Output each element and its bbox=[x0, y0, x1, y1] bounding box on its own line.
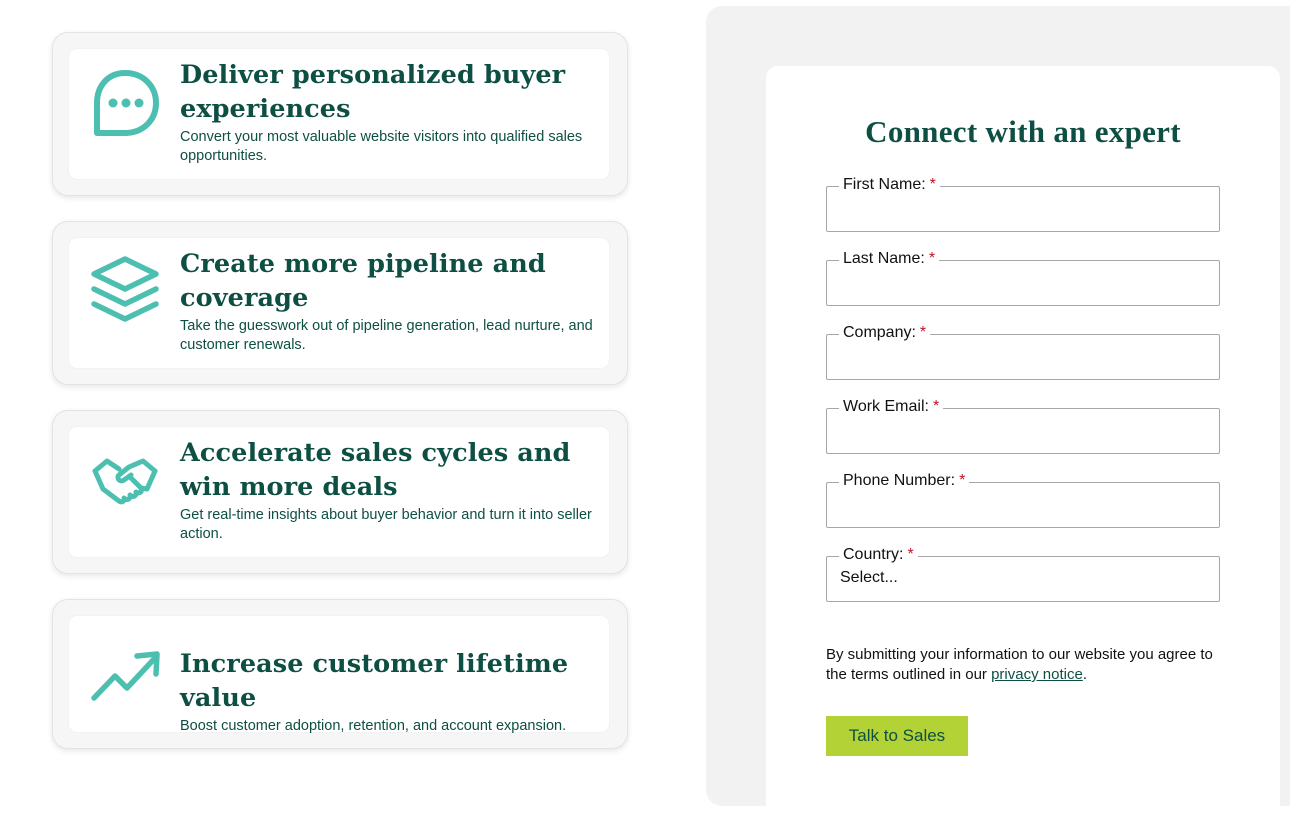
feature-description: Take the guesswork out of pipeline gener… bbox=[180, 318, 593, 353]
first-name-input[interactable] bbox=[839, 201, 1207, 227]
phone-number-field[interactable]: Phone Number: * bbox=[826, 471, 1220, 528]
company-input[interactable] bbox=[839, 349, 1207, 375]
chat-bubble-icon bbox=[94, 70, 159, 136]
feature-card-pipeline: Create more pipeline and coverage Take t… bbox=[52, 221, 628, 385]
country-select[interactable]: Country: * Select... bbox=[826, 545, 1220, 602]
company-label: Company: * bbox=[839, 323, 931, 343]
feature-card-inner: Create more pipeline and coverage Take t… bbox=[69, 238, 609, 368]
work-email-label: Work Email: * bbox=[839, 397, 944, 417]
feature-title: Create more pipeline and coverage bbox=[180, 249, 546, 313]
last-name-input[interactable] bbox=[839, 275, 1207, 301]
required-marker: * bbox=[932, 398, 940, 415]
feature-card-lifetime-value: Increase customer lifetime value Boost c… bbox=[52, 599, 628, 749]
feature-description: Boost customer adoption, retention, and … bbox=[180, 718, 567, 734]
feature-title: Deliver personalized buyer experiences bbox=[180, 60, 566, 124]
company-field[interactable]: Company: * bbox=[826, 323, 1220, 380]
work-email-field[interactable]: Work Email: * bbox=[826, 397, 1220, 454]
last-name-field[interactable]: Last Name: * bbox=[826, 249, 1220, 306]
first-name-label: First Name: * bbox=[839, 175, 940, 195]
feature-card-inner: Increase customer lifetime value Boost c… bbox=[69, 616, 609, 734]
consent-text: By submitting your information to our we… bbox=[826, 646, 1213, 683]
required-marker: * bbox=[959, 472, 966, 489]
talk-to-sales-button[interactable]: Talk to Sales bbox=[826, 716, 968, 756]
country-label: Country: * bbox=[839, 545, 918, 565]
feature-description: Convert your most valuable website visit… bbox=[180, 129, 583, 164]
stacked-layers-icon bbox=[91, 256, 159, 322]
work-email-input[interactable] bbox=[839, 423, 1207, 449]
phone-number-label: Phone Number: * bbox=[839, 471, 970, 491]
last-name-label: Last Name: * bbox=[839, 249, 940, 269]
feature-description: Get real-time insights about buyer behav… bbox=[180, 507, 592, 542]
required-marker: * bbox=[919, 324, 927, 341]
form-title: Connect with an expert bbox=[865, 114, 1181, 149]
handshake-icon bbox=[92, 458, 158, 505]
privacy-notice-link[interactable]: privacy notice bbox=[991, 666, 1083, 683]
required-marker: * bbox=[907, 546, 914, 563]
feature-card-inner: Accelerate sales cycles and win more dea… bbox=[69, 427, 609, 557]
required-marker: * bbox=[929, 176, 936, 193]
first-name-field[interactable]: First Name: * bbox=[826, 175, 1220, 232]
trending-up-icon bbox=[91, 651, 160, 701]
feature-card-accelerate: Accelerate sales cycles and win more dea… bbox=[52, 410, 628, 574]
feature-title: Increase customer lifetime value bbox=[180, 649, 569, 713]
feature-title: Accelerate sales cycles and win more dea… bbox=[180, 438, 571, 502]
feature-card-inner: Deliver personalized buyer experiences C… bbox=[69, 49, 609, 179]
required-marker: * bbox=[928, 250, 936, 267]
country-selected-value[interactable]: Select... bbox=[840, 569, 898, 587]
feature-card-personalized: Deliver personalized buyer experiences C… bbox=[52, 32, 628, 196]
phone-number-input[interactable] bbox=[839, 497, 1207, 523]
